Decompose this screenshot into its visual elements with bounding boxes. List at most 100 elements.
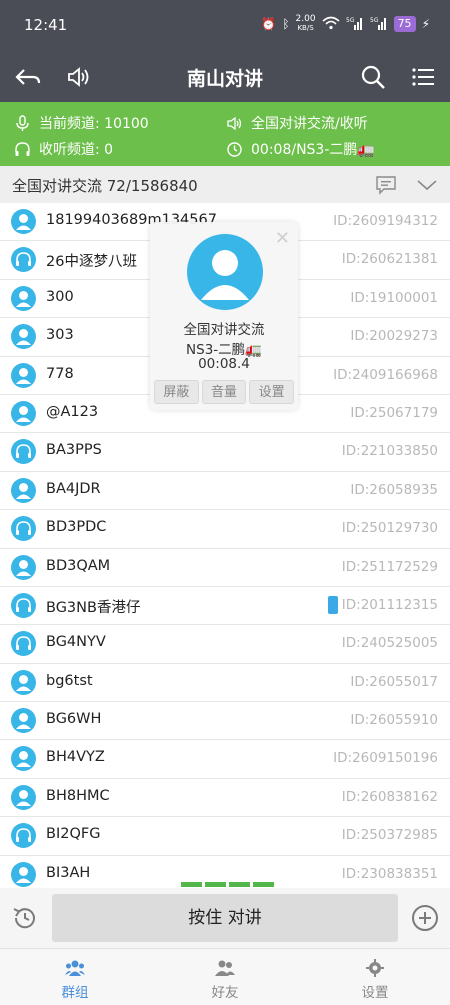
person-icon [11, 400, 36, 426]
bottom-tab-bar: 群组 好友 设置 [0, 948, 450, 1005]
battery-level: 75 [393, 16, 416, 32]
tab-groups[interactable]: 群组 [35, 959, 115, 1001]
close-icon[interactable]: ✕ [275, 228, 290, 249]
signal-5g-icon: 5G [370, 16, 388, 33]
volume-button[interactable]: 音量 [201, 380, 247, 404]
list-item[interactable]: BA4JDR ID:26058935 [0, 472, 450, 511]
member-name: BH4VYZ [46, 749, 105, 766]
status-time: 12:41 [24, 16, 68, 34]
list-item[interactable]: BG6WH ID:26055910 [0, 702, 450, 741]
tab-settings[interactable]: 设置 [335, 959, 415, 1001]
list-item[interactable]: BG3NB香港仔 ID:201112315 [0, 587, 450, 626]
list-item[interactable]: BI2QFG ID:250372985 [0, 817, 450, 856]
alarm-icon: ⏰ [261, 17, 277, 31]
member-id: ID:230838351 [341, 865, 438, 882]
person-icon [11, 861, 36, 887]
member-id: ID:221033850 [341, 443, 438, 460]
person-icon [11, 554, 36, 580]
list-item[interactable]: BD3PDC ID:250129730 [0, 510, 450, 549]
member-id: ID:250372985 [341, 827, 438, 844]
headset-icon [11, 247, 36, 273]
headset-icon [15, 141, 30, 156]
group-name: 全国对讲交流 72/1586840 [12, 177, 198, 195]
ptt-area: 按住 对讲 [0, 888, 450, 948]
bluetooth-icon: ᛒ [282, 17, 290, 31]
tab-friends[interactable]: 好友 [185, 959, 265, 1001]
member-name: 778 [46, 365, 74, 382]
member-name: BI3AH [46, 864, 91, 881]
headset-icon [11, 439, 36, 465]
member-name: 26中逐梦八班 [46, 254, 137, 271]
svg-text:5G: 5G [370, 17, 379, 24]
net-unit: KB/S [297, 24, 314, 32]
message-icon[interactable] [375, 175, 397, 199]
member-id: ID:26055910 [350, 712, 438, 729]
group-header[interactable]: 全国对讲交流 72/1586840 [0, 166, 450, 203]
popup-channel: 全国对讲交流 [183, 322, 265, 338]
person-icon [11, 784, 36, 810]
history-icon[interactable] [11, 904, 39, 932]
member-id: ID:251172529 [341, 558, 438, 575]
session-info: 00:08/NS3-二鹏🚛 [251, 142, 375, 158]
app-bar: 南山对讲 [0, 52, 450, 102]
member-name: BD3PDC [46, 519, 107, 536]
headset-icon [11, 823, 36, 849]
headset-icon [11, 631, 36, 657]
settings-button[interactable]: 设置 [249, 380, 295, 404]
clock-icon [227, 141, 242, 157]
speaking-popup: ✕ 全国对讲交流 NS3-二鹏🚛 00:08.4 屏蔽 音量 设置 [150, 222, 298, 410]
member-name: bg6tst [46, 672, 93, 689]
wifi-icon [322, 16, 340, 33]
member-id: ID:25067179 [350, 404, 438, 421]
list-item[interactable]: bg6tst ID:26055017 [0, 664, 450, 703]
speaker-icon [227, 116, 242, 130]
member-id: ID:19100001 [350, 289, 438, 306]
person-icon [11, 669, 36, 695]
member-name: BD3QAM [46, 557, 111, 574]
member-name: 303 [46, 327, 74, 344]
person-icon [11, 708, 36, 734]
channel-name: 全国对讲交流/收听 [251, 116, 368, 132]
person-icon [11, 362, 36, 388]
list-item[interactable]: BA3PPS ID:221033850 [0, 433, 450, 472]
walkie-talkie-icon [328, 595, 338, 614]
member-name: BG4NYV [46, 634, 106, 651]
headset-icon [11, 516, 36, 542]
list-item[interactable]: BH8HMC ID:260838162 [0, 779, 450, 818]
microphone-icon [16, 114, 29, 131]
member-name: 300 [46, 288, 74, 305]
friends-icon [215, 960, 235, 976]
add-icon[interactable] [411, 904, 439, 932]
channel-info-bar: 当前频道: 10100 收听频道: 0 全国对讲交流/收听 00:08/NS3-… [0, 102, 450, 166]
chevron-down-icon[interactable] [416, 177, 438, 196]
member-id: ID:260838162 [341, 788, 438, 805]
search-icon[interactable] [358, 62, 388, 92]
menu-icon[interactable] [408, 62, 438, 92]
member-name: BA3PPS [46, 442, 102, 459]
status-bar: 12:41 ⏰ ᛒ 2.00 KB/S 5G 5G 75 ⚡ [0, 0, 450, 52]
speaker-avatar [187, 234, 263, 310]
list-item[interactable]: BD3QAM ID:251172529 [0, 549, 450, 587]
headset-icon [11, 592, 36, 618]
svg-text:5G: 5G [346, 17, 355, 24]
signal-5g-icon: 5G [346, 16, 364, 33]
member-name: @A123 [46, 403, 99, 420]
tab-label: 好友 [211, 985, 239, 1001]
member-id: ID:250129730 [341, 520, 438, 537]
gear-icon [366, 959, 384, 977]
person-icon [11, 324, 36, 350]
member-name: BI2QFG [46, 826, 101, 843]
person-icon [11, 746, 36, 772]
member-id: ID:20029273 [350, 328, 438, 345]
member-id: ID:2609194312 [333, 213, 438, 229]
member-name: BH8HMC [46, 787, 110, 804]
group-icon [65, 960, 85, 976]
list-item[interactable]: BG4NYV ID:240525005 [0, 625, 450, 664]
member-id: ID:26055017 [350, 673, 438, 690]
net-speed: 2.00 [295, 14, 316, 24]
push-to-talk-button[interactable]: 按住 对讲 [52, 894, 398, 942]
audio-level-indicator [181, 882, 274, 887]
mute-button[interactable]: 屏蔽 [154, 380, 199, 404]
list-item[interactable]: BH4VYZ ID:2609150196 [0, 740, 450, 779]
member-id: ID:2609150196 [333, 750, 438, 767]
